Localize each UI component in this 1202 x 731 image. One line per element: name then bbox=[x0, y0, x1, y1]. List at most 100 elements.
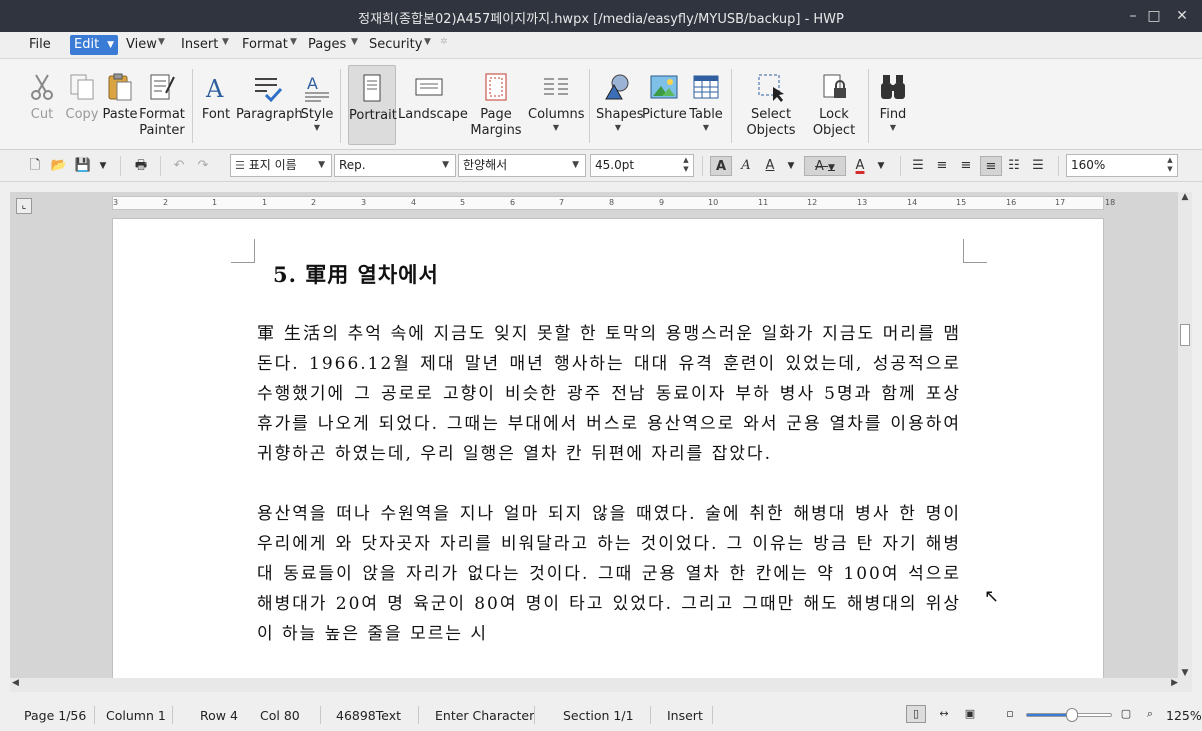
status-text-count: 46898Text bbox=[336, 708, 402, 723]
menu-insert[interactable]: Insert bbox=[177, 35, 222, 55]
status-divider bbox=[712, 706, 713, 724]
font-button[interactable]: A Font bbox=[199, 65, 233, 145]
crop-mark bbox=[963, 239, 987, 263]
ruler-tick-label: 7 bbox=[559, 198, 565, 207]
ruler-corner-icon[interactable]: ⌞ bbox=[16, 198, 32, 214]
gear-icon[interactable]: ✲ bbox=[440, 37, 448, 47]
vertical-scrollbar[interactable]: ▲ ▼ bbox=[1178, 192, 1192, 678]
chevron-down-icon[interactable]: ▼ bbox=[874, 156, 888, 176]
scroll-thumb[interactable] bbox=[1180, 324, 1190, 346]
chevron-down-icon[interactable]: ▼ bbox=[158, 37, 165, 47]
scroll-right-icon[interactable]: ▶ bbox=[1171, 678, 1178, 688]
cut-button[interactable]: Cut bbox=[24, 65, 60, 145]
maximize-button[interactable]: □ bbox=[1143, 6, 1165, 26]
paragraph-style-icon: ☰ bbox=[235, 159, 245, 172]
chevron-down-icon[interactable]: ▼ bbox=[290, 37, 297, 47]
status-bar: Page 1/56 Column 1 Row 4 Col 80 46898Tex… bbox=[0, 698, 1202, 731]
font-size-input[interactable]: 45.0pt ▲ ▼ bbox=[590, 154, 694, 177]
zoom-slider-handle[interactable] bbox=[1066, 708, 1078, 722]
portrait-label: Portrait bbox=[349, 108, 397, 123]
chevron-down-icon[interactable]: ▼ bbox=[222, 37, 229, 47]
redo-icon[interactable]: ↷ bbox=[194, 156, 212, 176]
status-row: Row 4 bbox=[200, 708, 238, 723]
zoom-in-icon[interactable]: ▢ bbox=[1116, 705, 1136, 723]
page-view-icon[interactable]: ▯ bbox=[906, 705, 926, 723]
underline-icon[interactable]: A bbox=[760, 156, 780, 176]
spin-arrows-icon[interactable]: ▲ ▼ bbox=[1165, 156, 1175, 174]
format-painter-icon bbox=[150, 74, 175, 100]
ruler-tick-label: 14 bbox=[907, 198, 918, 207]
select-objects-button[interactable]: Select Objects bbox=[744, 65, 798, 145]
zoom-out-icon[interactable]: ▫ bbox=[1000, 705, 1020, 723]
document-content[interactable]: 5. 軍用 열차에서 軍 生活의 추억 속에 지금도 잊지 못할 한 토막의 용… bbox=[257, 259, 961, 678]
shapes-button[interactable]: Shapes ▼ bbox=[596, 65, 643, 145]
horizontal-ruler[interactable]: 3 2 1 1 2 3 4 5 6 7 8 9 10 11 12 13 14 15 16 17 18 bbox=[112, 196, 1115, 210]
align-justify-icon[interactable]: ☰ bbox=[908, 156, 928, 176]
table-button[interactable]: Table ▼ bbox=[688, 65, 724, 145]
menu-view[interactable]: View bbox=[122, 35, 161, 55]
chevron-down-icon[interactable]: ▼ bbox=[424, 37, 431, 47]
scroll-left-icon[interactable]: ◀ bbox=[12, 678, 19, 688]
font-language-value: Rep. bbox=[339, 158, 366, 172]
menu-pages[interactable]: Pages bbox=[304, 35, 350, 55]
scroll-down-icon[interactable]: ▼ bbox=[1178, 668, 1192, 678]
landscape-label: Landscape bbox=[398, 107, 468, 122]
font-icon: A bbox=[205, 75, 224, 103]
spin-arrows-icon[interactable]: ▲ ▼ bbox=[681, 156, 691, 174]
chevron-down-icon[interactable]: ▼ bbox=[784, 156, 798, 176]
menu-format[interactable]: Format bbox=[238, 35, 292, 55]
fit-width-icon[interactable]: ↔ bbox=[934, 705, 954, 723]
status-divider bbox=[534, 706, 535, 724]
align-right-icon[interactable]: ≡ bbox=[980, 156, 1002, 176]
portrait-button[interactable]: Portrait bbox=[348, 65, 397, 145]
font-language-select[interactable]: Rep. ▼ bbox=[334, 154, 456, 177]
portrait-page-icon bbox=[363, 74, 381, 102]
save-icon[interactable]: 💾 bbox=[74, 156, 92, 176]
menu-file[interactable]: File bbox=[25, 35, 55, 55]
font-face-select[interactable]: 한양해서 ▼ bbox=[458, 154, 586, 177]
strikethrough-icon[interactable]: A ▼ bbox=[804, 156, 846, 176]
full-page-icon[interactable]: ▣ bbox=[960, 705, 980, 723]
bold-icon[interactable]: A bbox=[710, 156, 732, 176]
menu-edit[interactable]: Edit ▼ bbox=[70, 35, 118, 55]
lock-object-button[interactable]: Lock Object bbox=[808, 65, 860, 145]
scroll-up-icon[interactable]: ▲ bbox=[1178, 192, 1192, 202]
horizontal-scrollbar[interactable]: ◀ ▶ bbox=[10, 678, 1192, 692]
menu-security[interactable]: Security bbox=[365, 35, 426, 55]
paste-button[interactable]: Paste bbox=[102, 65, 138, 145]
align-center-icon[interactable]: ≡ bbox=[956, 156, 976, 176]
paragraph-label: Paragraph bbox=[236, 107, 303, 122]
columns-button[interactable]: Columns ▼ bbox=[528, 65, 585, 145]
ruler-tick-label: 5 bbox=[460, 198, 466, 207]
zoom-input[interactable]: 160% ▲ ▼ bbox=[1066, 154, 1178, 177]
align-left-icon[interactable]: ≡ bbox=[932, 156, 952, 176]
text-color-icon[interactable]: A bbox=[852, 156, 868, 176]
picture-button[interactable]: Picture bbox=[642, 65, 687, 145]
ruler-tick-label: 16 bbox=[1006, 198, 1017, 207]
divide-icon[interactable]: ☰ bbox=[1028, 156, 1048, 176]
status-insert-mode[interactable]: Insert bbox=[667, 708, 703, 723]
document-page[interactable]: 5. 軍用 열차에서 軍 生活의 추억 속에 지금도 잊지 못할 한 토막의 용… bbox=[112, 218, 1104, 678]
magnifier-icon[interactable]: ⌕ bbox=[1140, 705, 1160, 723]
format-painter-button[interactable]: Format Painter bbox=[138, 65, 186, 145]
ruler-tick-label: 17 bbox=[1055, 198, 1066, 207]
new-document-icon[interactable]: 🗋 bbox=[26, 156, 44, 176]
chevron-down-icon[interactable]: ▼ bbox=[351, 37, 358, 47]
landscape-button[interactable]: Landscape bbox=[398, 65, 468, 145]
style-select[interactable]: ☰ 표지 이름 ▼ bbox=[230, 154, 332, 177]
chevron-down-icon[interactable]: ▼ bbox=[96, 156, 110, 176]
copy-button[interactable]: Copy bbox=[64, 65, 100, 145]
open-folder-icon[interactable]: 📂 bbox=[50, 156, 68, 176]
close-button[interactable]: ✕ bbox=[1171, 6, 1193, 26]
zoom-slider[interactable] bbox=[1026, 708, 1112, 722]
minimize-button[interactable]: – bbox=[1122, 6, 1144, 26]
print-icon[interactable]: 🖶 bbox=[132, 156, 150, 176]
italic-icon[interactable]: A bbox=[736, 156, 756, 176]
undo-icon[interactable]: ↶ bbox=[170, 156, 188, 176]
find-button[interactable]: Find ▼ bbox=[876, 65, 910, 145]
page-margins-button[interactable]: Page Margins bbox=[470, 65, 522, 145]
select-objects-icon bbox=[758, 74, 784, 102]
paragraph-button[interactable]: Paragraph bbox=[236, 65, 303, 145]
distribute-icon[interactable]: ☷ bbox=[1004, 156, 1024, 176]
style-button[interactable]: A Style ▼ bbox=[300, 65, 334, 145]
